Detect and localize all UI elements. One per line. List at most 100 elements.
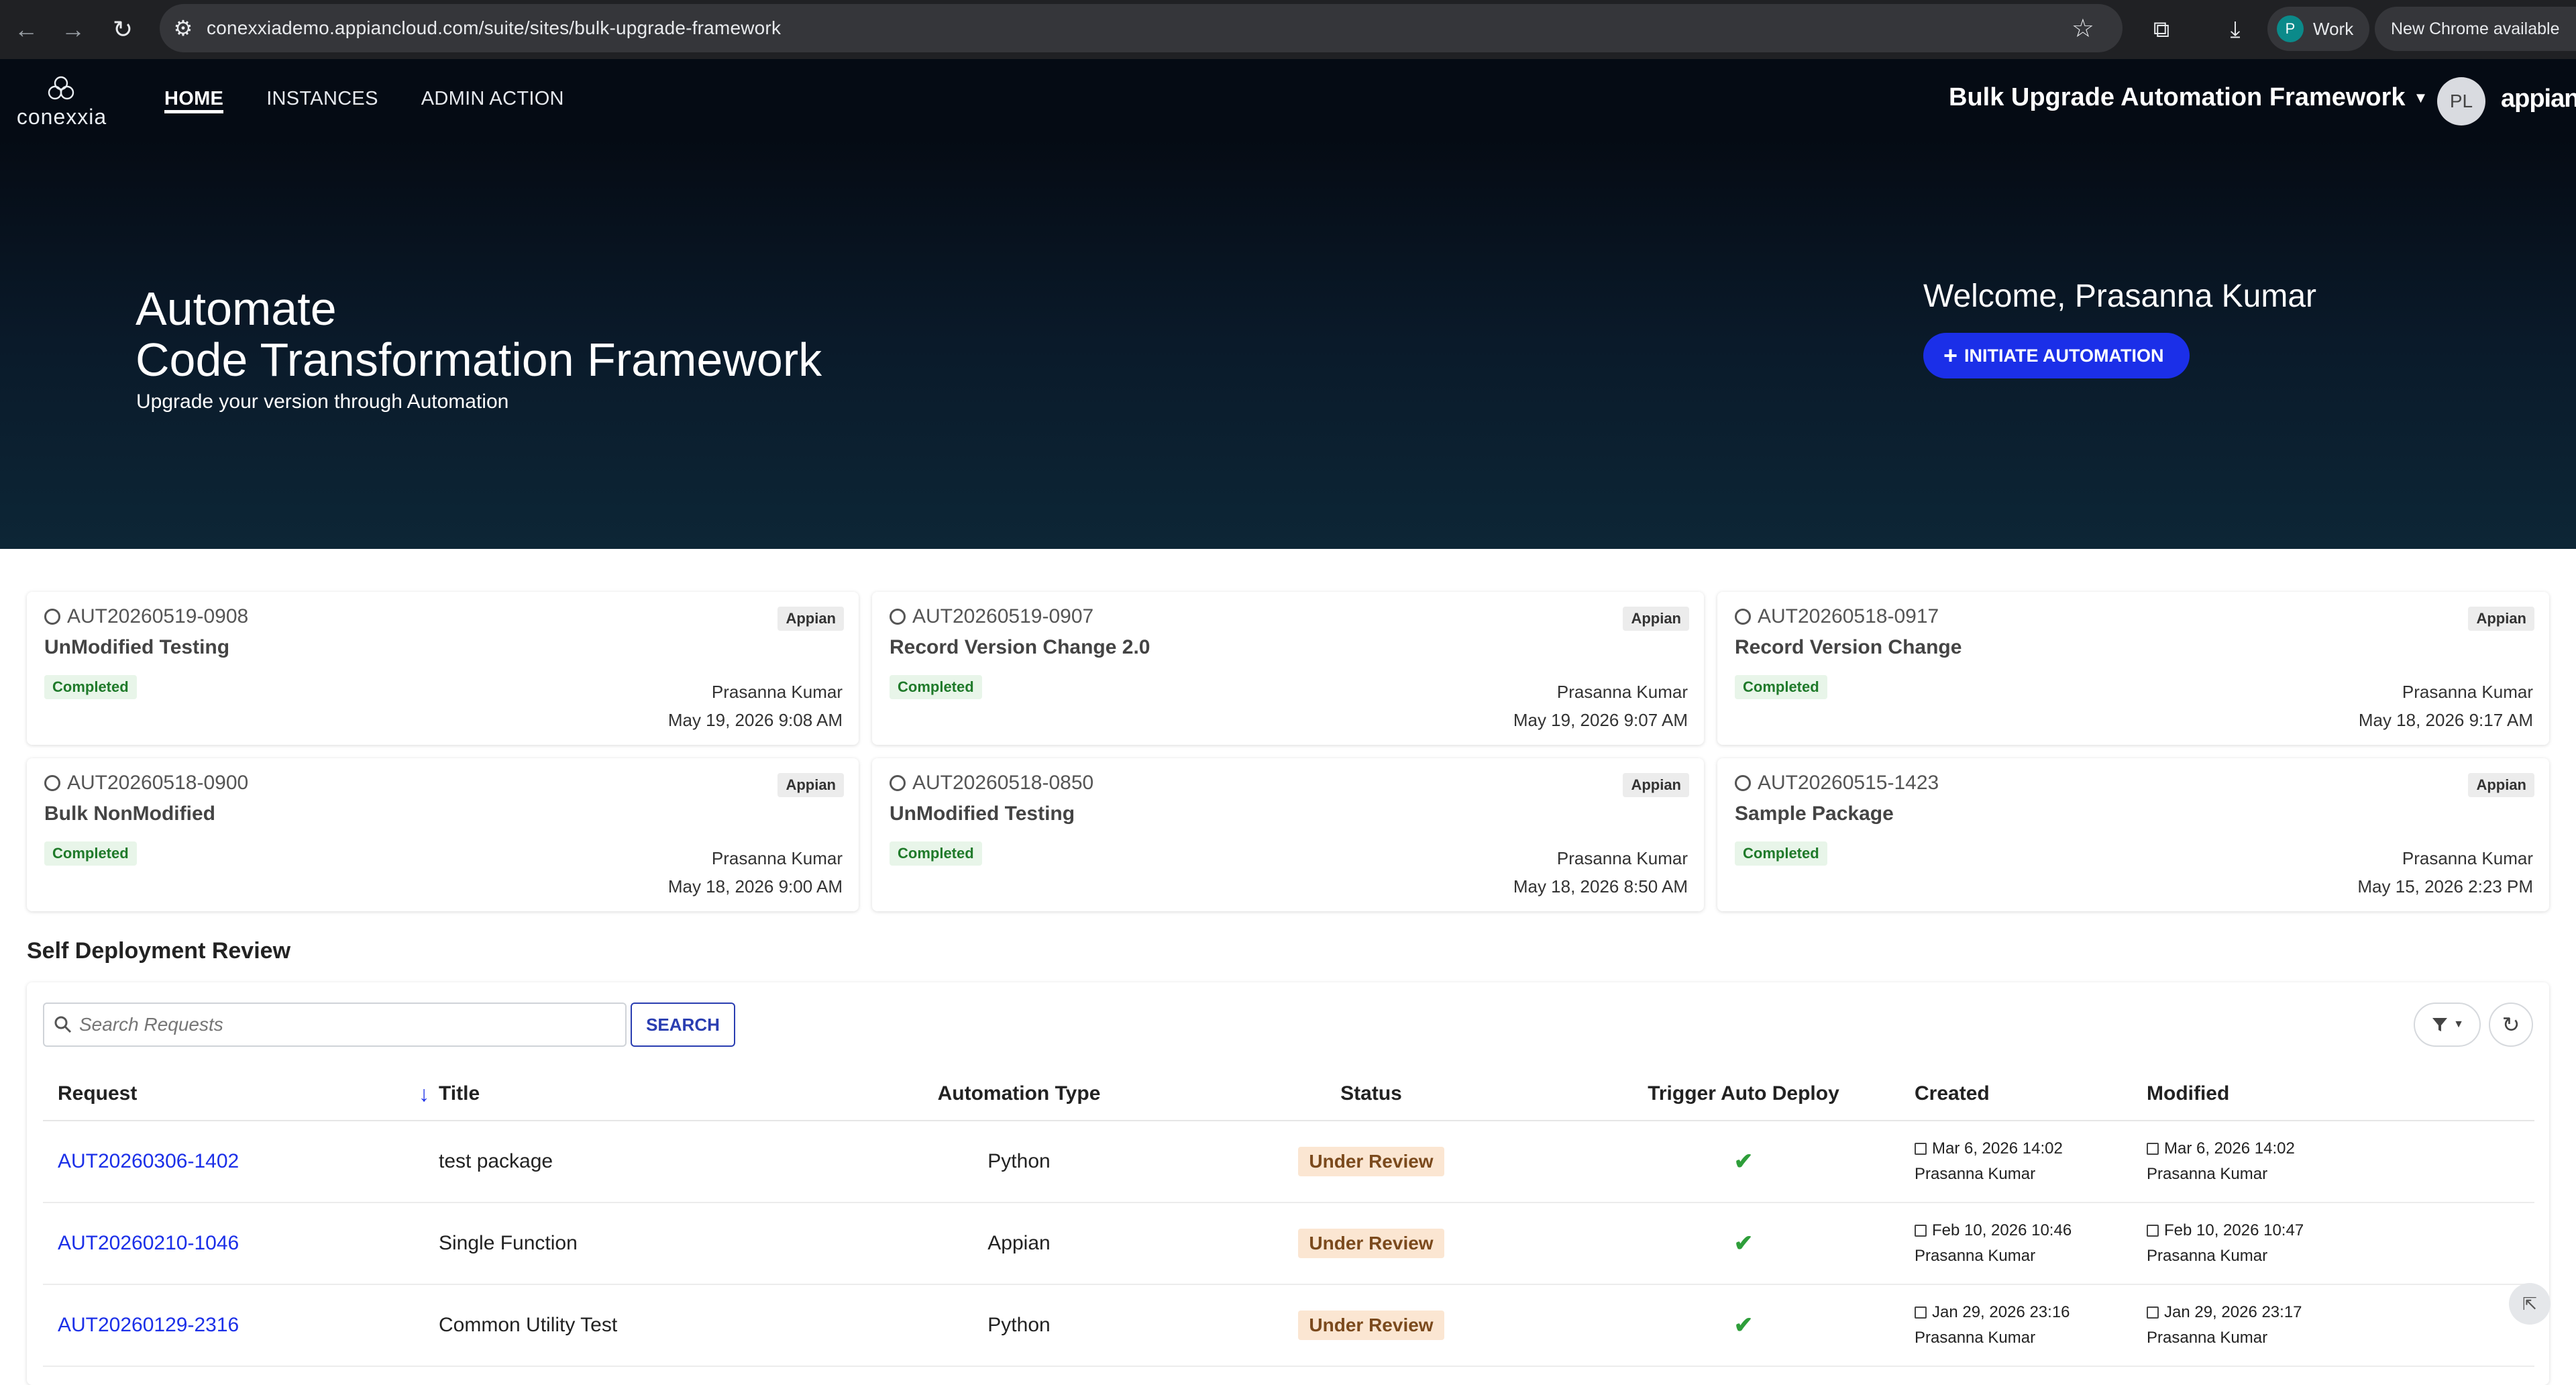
sort-descending-icon[interactable]: ↓: [419, 1082, 429, 1107]
automation-card[interactable]: AUT20260518-0900 Bulk NonModified Appian…: [27, 758, 859, 911]
request-link[interactable]: AUT20260210-1046: [58, 1232, 239, 1254]
cell-status: Under Review: [1170, 1121, 1572, 1203]
search-box[interactable]: [43, 1003, 627, 1047]
modified-date-text: Feb 10, 2026 10:47: [2164, 1221, 2304, 1239]
cell-trigger: ✔: [1572, 1121, 1915, 1203]
automation-cards: AUT20260519-0908 UnModified Testing Appi…: [27, 592, 2549, 911]
search-icon: [54, 1016, 72, 1033]
created-date-text: Mar 6, 2026 14:02: [1932, 1139, 2063, 1158]
search-input[interactable]: [79, 1014, 616, 1035]
table-row: AUT20260306-1402 test package Python Und…: [43, 1121, 2534, 1203]
status-badge: Completed: [44, 675, 137, 699]
status-badge: Completed: [890, 675, 982, 699]
status-badge: Under Review: [1298, 1229, 1444, 1258]
request-link[interactable]: AUT20260129-2316: [58, 1314, 239, 1336]
download-icon[interactable]: ⤓: [2215, 9, 2255, 50]
platform-tag: Appian: [2468, 773, 2534, 797]
column-header-trigger-auto-deploy[interactable]: Trigger Auto Deploy: [1572, 1067, 1915, 1121]
cell-status: Under Review: [1170, 1284, 1572, 1367]
tab-instances[interactable]: INSTANCES: [266, 59, 378, 138]
filter-button[interactable]: ▼: [2414, 1003, 2481, 1047]
cell-title: Common Utility Test: [439, 1284, 868, 1367]
card-id: AUT20260518-0900: [44, 772, 248, 794]
table-row: AUT20260210-1046 Single Function Appian …: [43, 1202, 2534, 1285]
bookmark-star-icon[interactable]: ☆: [2072, 13, 2094, 44]
card-owner: Prasanna Kumar: [2402, 848, 2533, 868]
cell-automation-type: Python: [868, 1121, 1170, 1203]
modified-date: Feb 10, 2026 10:47: [2147, 1218, 2534, 1243]
tab-search-icon[interactable]: ⧉: [2141, 9, 2182, 50]
user-avatar[interactable]: PL: [2437, 77, 2485, 125]
conexxia-logo[interactable]: conexxia: [13, 72, 107, 129]
platform-tag: Appian: [777, 773, 844, 797]
column-header-status[interactable]: Status: [1170, 1067, 1572, 1121]
feedback-button[interactable]: ⇱: [2509, 1283, 2551, 1325]
card-title: Record Version Change 2.0: [890, 636, 1150, 658]
refresh-button[interactable]: ↻: [2489, 1003, 2533, 1047]
card-title: UnModified Testing: [890, 803, 1075, 825]
card-title: Bulk NonModified: [44, 803, 215, 825]
address-bar[interactable]: ⚙ conexxiademo.appiancloud.com/suite/sit…: [160, 4, 2123, 52]
status-badge: Under Review: [1298, 1311, 1444, 1340]
profile-button[interactable]: P Work: [2267, 7, 2369, 51]
appian-logo: appian: [2501, 85, 2576, 113]
card-date: May 19, 2026 9:08 AM: [667, 710, 843, 730]
main-nav: HOME INSTANCES ADMIN ACTION: [164, 59, 564, 138]
tab-admin-action[interactable]: ADMIN ACTION: [421, 59, 564, 138]
cell-automation-type: Python: [868, 1284, 1170, 1367]
search-button[interactable]: SEARCH: [631, 1003, 735, 1047]
plus-icon: +: [1943, 342, 1958, 369]
status-badge: Completed: [890, 841, 982, 866]
card-id-text: AUT20260515-1423: [1758, 772, 1939, 794]
tab-home[interactable]: HOME: [164, 59, 224, 138]
review-table: Request ↓ Title Automation Type Status Tr…: [43, 1067, 2534, 1367]
status-ring-icon: [1735, 609, 1751, 625]
card-id: AUT20260515-1423: [1735, 772, 1939, 794]
chrome-update-button[interactable]: New Chrome available: [2375, 7, 2576, 51]
column-header-created[interactable]: Created: [1915, 1067, 2147, 1121]
automation-card[interactable]: AUT20260518-0917 Record Version Change A…: [1717, 592, 2549, 745]
card-id: AUT20260519-0908: [44, 605, 248, 628]
site-settings-icon[interactable]: ⚙: [160, 15, 207, 41]
created-date: Feb 10, 2026 10:46: [1915, 1218, 2147, 1243]
hero-title: Automate Code Transformation Framework: [136, 283, 822, 385]
cell-trigger: ✔: [1572, 1284, 1915, 1367]
forward-icon[interactable]: →: [50, 6, 97, 53]
automation-card[interactable]: AUT20260519-0908 UnModified Testing Appi…: [27, 592, 859, 745]
table-header-row: Request ↓ Title Automation Type Status Tr…: [43, 1067, 2534, 1121]
column-header-modified[interactable]: Modified: [2147, 1067, 2534, 1121]
card-owner: Prasanna Kumar: [711, 848, 843, 868]
card-id: AUT20260518-0917: [1735, 605, 1939, 628]
table-row: AUT20260129-2316 Common Utility Test Pyt…: [43, 1284, 2534, 1367]
column-header-request[interactable]: Request ↓: [43, 1067, 439, 1121]
column-header-title[interactable]: Title: [439, 1067, 868, 1121]
app-switcher[interactable]: Bulk Upgrade Automation Framework ▼: [1949, 83, 2428, 112]
automation-card[interactable]: AUT20260519-0907 Record Version Change 2…: [872, 592, 1704, 745]
cell-modified: Feb 10, 2026 10:47 Prasanna Kumar: [2147, 1202, 2534, 1285]
cell-trigger: ✔: [1572, 1202, 1915, 1285]
card-date: May 18, 2026 9:00 AM: [667, 876, 843, 896]
app-header: conexxia HOME INSTANCES ADMIN ACTION Bul…: [0, 59, 2576, 138]
filter-icon: [2432, 1018, 2448, 1031]
modified-date: Jan 29, 2026 23:17: [2147, 1300, 2534, 1325]
automation-card[interactable]: AUT20260515-1423 Sample Package Appian C…: [1717, 758, 2549, 911]
status-badge: Completed: [44, 841, 137, 866]
automation-card[interactable]: AUT20260518-0850 UnModified Testing Appi…: [872, 758, 1704, 911]
modified-by: Prasanna Kumar: [2147, 1165, 2268, 1183]
cell-automation-type: Appian: [868, 1202, 1170, 1285]
column-header-automation-type[interactable]: Automation Type: [868, 1067, 1170, 1121]
status-ring-icon: [890, 609, 906, 625]
calendar-icon: [1915, 1143, 1927, 1155]
request-link[interactable]: AUT20260306-1402: [58, 1150, 239, 1172]
card-id: AUT20260519-0907: [890, 605, 1093, 628]
calendar-icon: [2147, 1225, 2159, 1237]
conexxia-logo-icon: [48, 76, 74, 100]
logo-text: conexxia: [16, 105, 107, 129]
initiate-automation-label: INITIATE AUTOMATION: [1964, 345, 2164, 366]
reload-icon[interactable]: ↻: [99, 6, 146, 53]
status-ring-icon: [1735, 775, 1751, 791]
back-icon[interactable]: ←: [3, 6, 50, 53]
card-owner: Prasanna Kumar: [711, 682, 843, 702]
initiate-automation-button[interactable]: + INITIATE AUTOMATION: [1923, 333, 2190, 378]
column-header-request-label: Request: [58, 1082, 138, 1105]
